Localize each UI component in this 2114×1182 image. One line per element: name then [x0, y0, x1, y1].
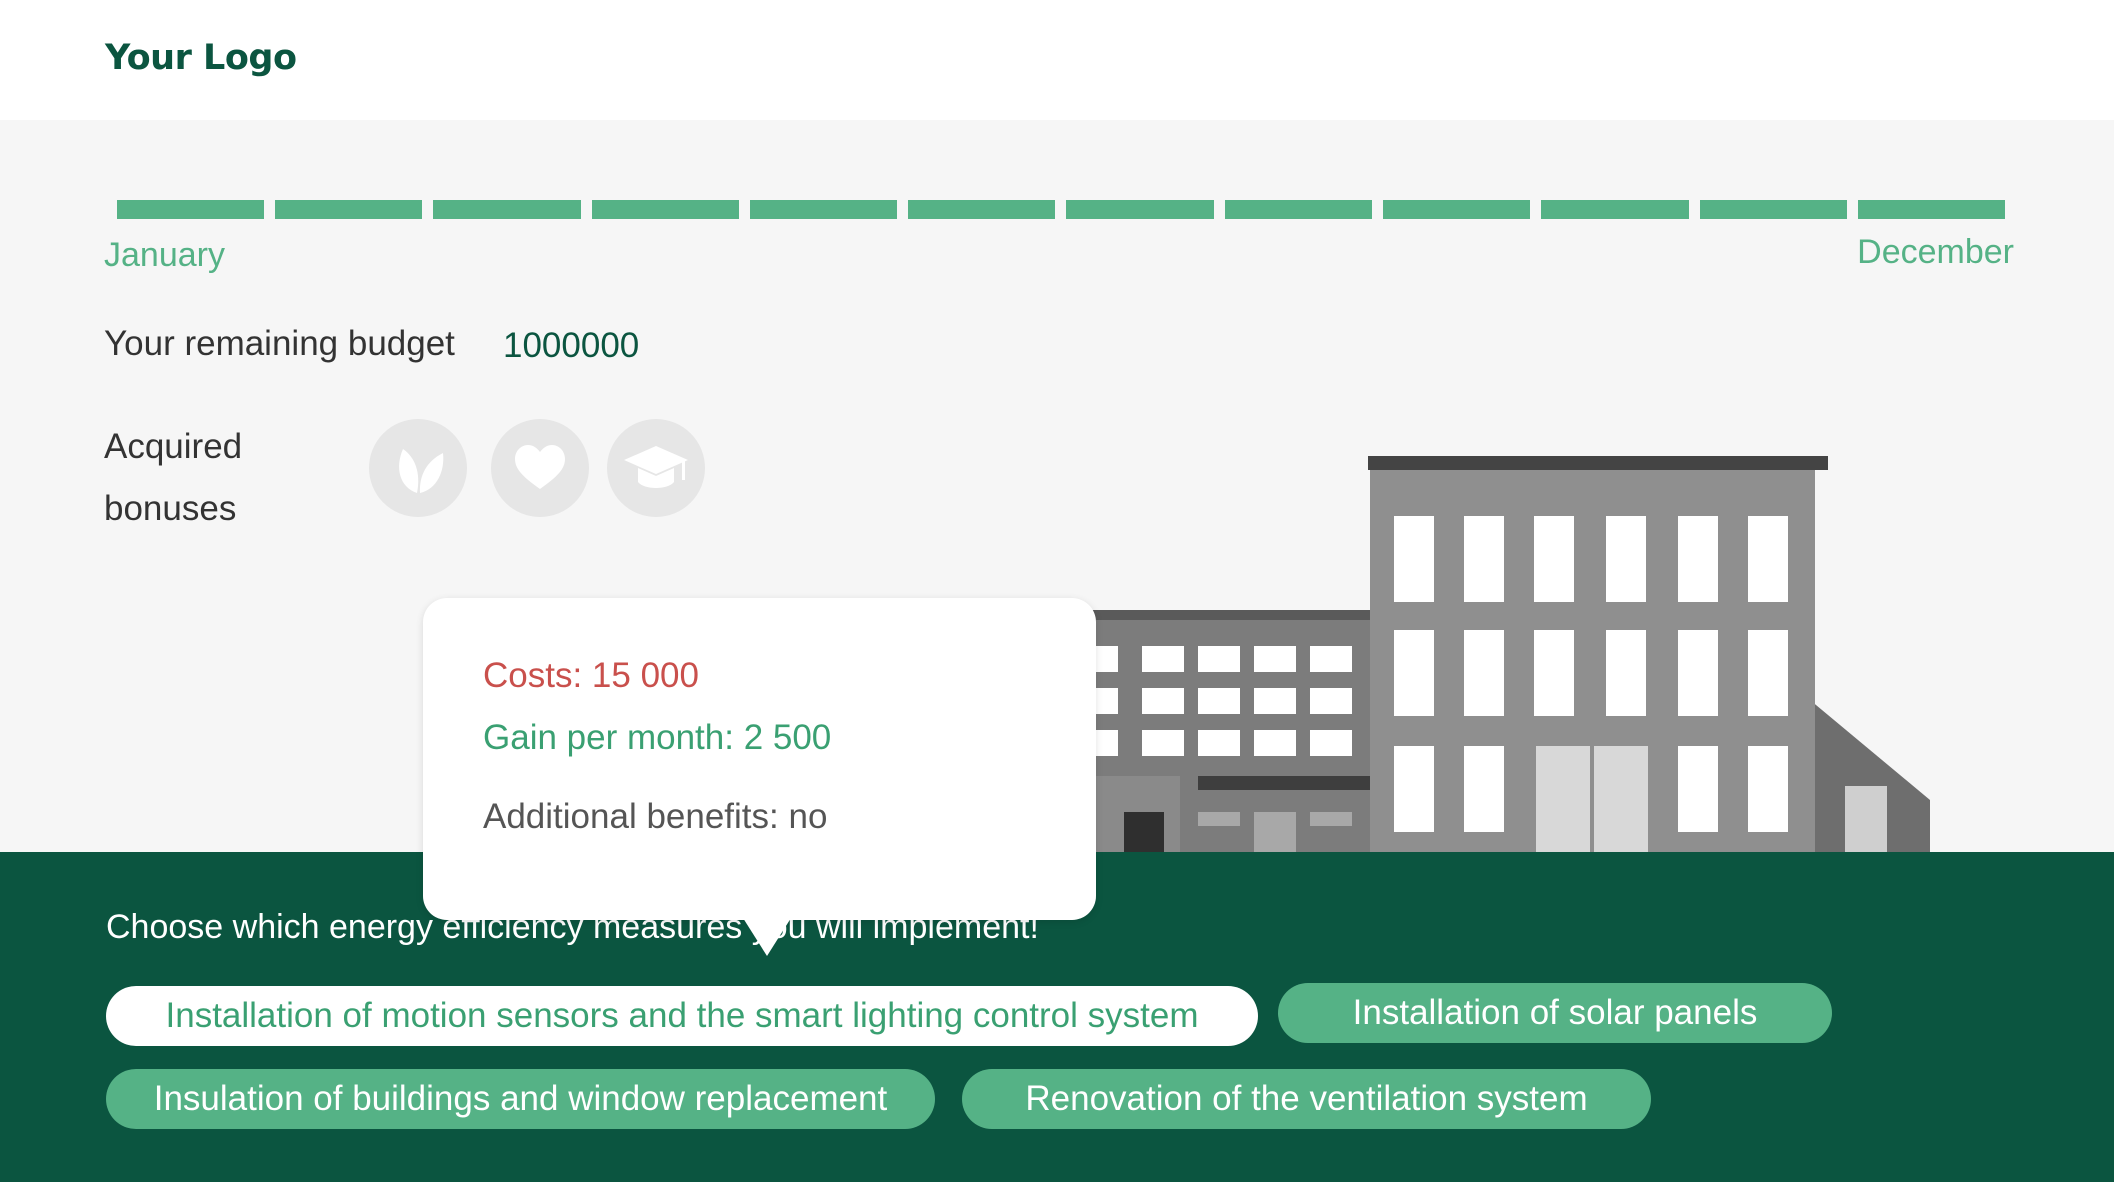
timeline-segment — [750, 200, 897, 219]
tooltip-costs: Costs: 15 000 — [483, 656, 699, 695]
budget-label: Your remaining budget — [104, 324, 455, 363]
timeline-segment — [433, 200, 581, 219]
logo[interactable]: Your Logo — [105, 38, 297, 78]
measure-option-smart-lighting[interactable]: Installation of motion sensors and the s… — [106, 986, 1258, 1046]
timeline-segment — [117, 200, 264, 219]
timeline-start-label: January — [104, 236, 225, 274]
heart-icon — [491, 419, 589, 517]
timeline-segment — [908, 200, 1055, 219]
timeline-bar — [117, 200, 2005, 219]
bonuses-label-line2: bonuses — [104, 489, 237, 528]
measure-details-tooltip: Costs: 15 000 Gain per month: 2 500 Addi… — [423, 598, 1096, 956]
bonuses-label: Acquired bonuses — [104, 416, 304, 540]
header: Your Logo — [0, 0, 2114, 120]
leaf-icon — [369, 419, 467, 517]
timeline-segment — [1858, 200, 2005, 219]
building-illustration — [1090, 456, 1930, 852]
budget-value: 1000000 — [503, 326, 640, 365]
timeline-end-label: December — [1857, 233, 2014, 271]
tooltip-benefits: Additional benefits: no — [483, 797, 828, 836]
timeline-segment — [1225, 200, 1372, 219]
timeline-segment — [1383, 200, 1530, 219]
timeline-segment — [592, 200, 739, 219]
measure-option-ventilation[interactable]: Renovation of the ventilation system — [962, 1069, 1651, 1129]
timeline-segment — [1066, 200, 1214, 219]
measure-option-solar-panels[interactable]: Installation of solar panels — [1278, 983, 1832, 1043]
graduation-cap-icon — [607, 419, 705, 517]
timeline-segment — [1700, 200, 1847, 219]
measure-option-insulation[interactable]: Insulation of buildings and window repla… — [106, 1069, 935, 1129]
bonuses-label-line1: Acquired — [104, 427, 243, 466]
tooltip-gain: Gain per month: 2 500 — [483, 718, 832, 757]
timeline-segment — [1541, 200, 1689, 219]
timeline-segment — [275, 200, 422, 219]
